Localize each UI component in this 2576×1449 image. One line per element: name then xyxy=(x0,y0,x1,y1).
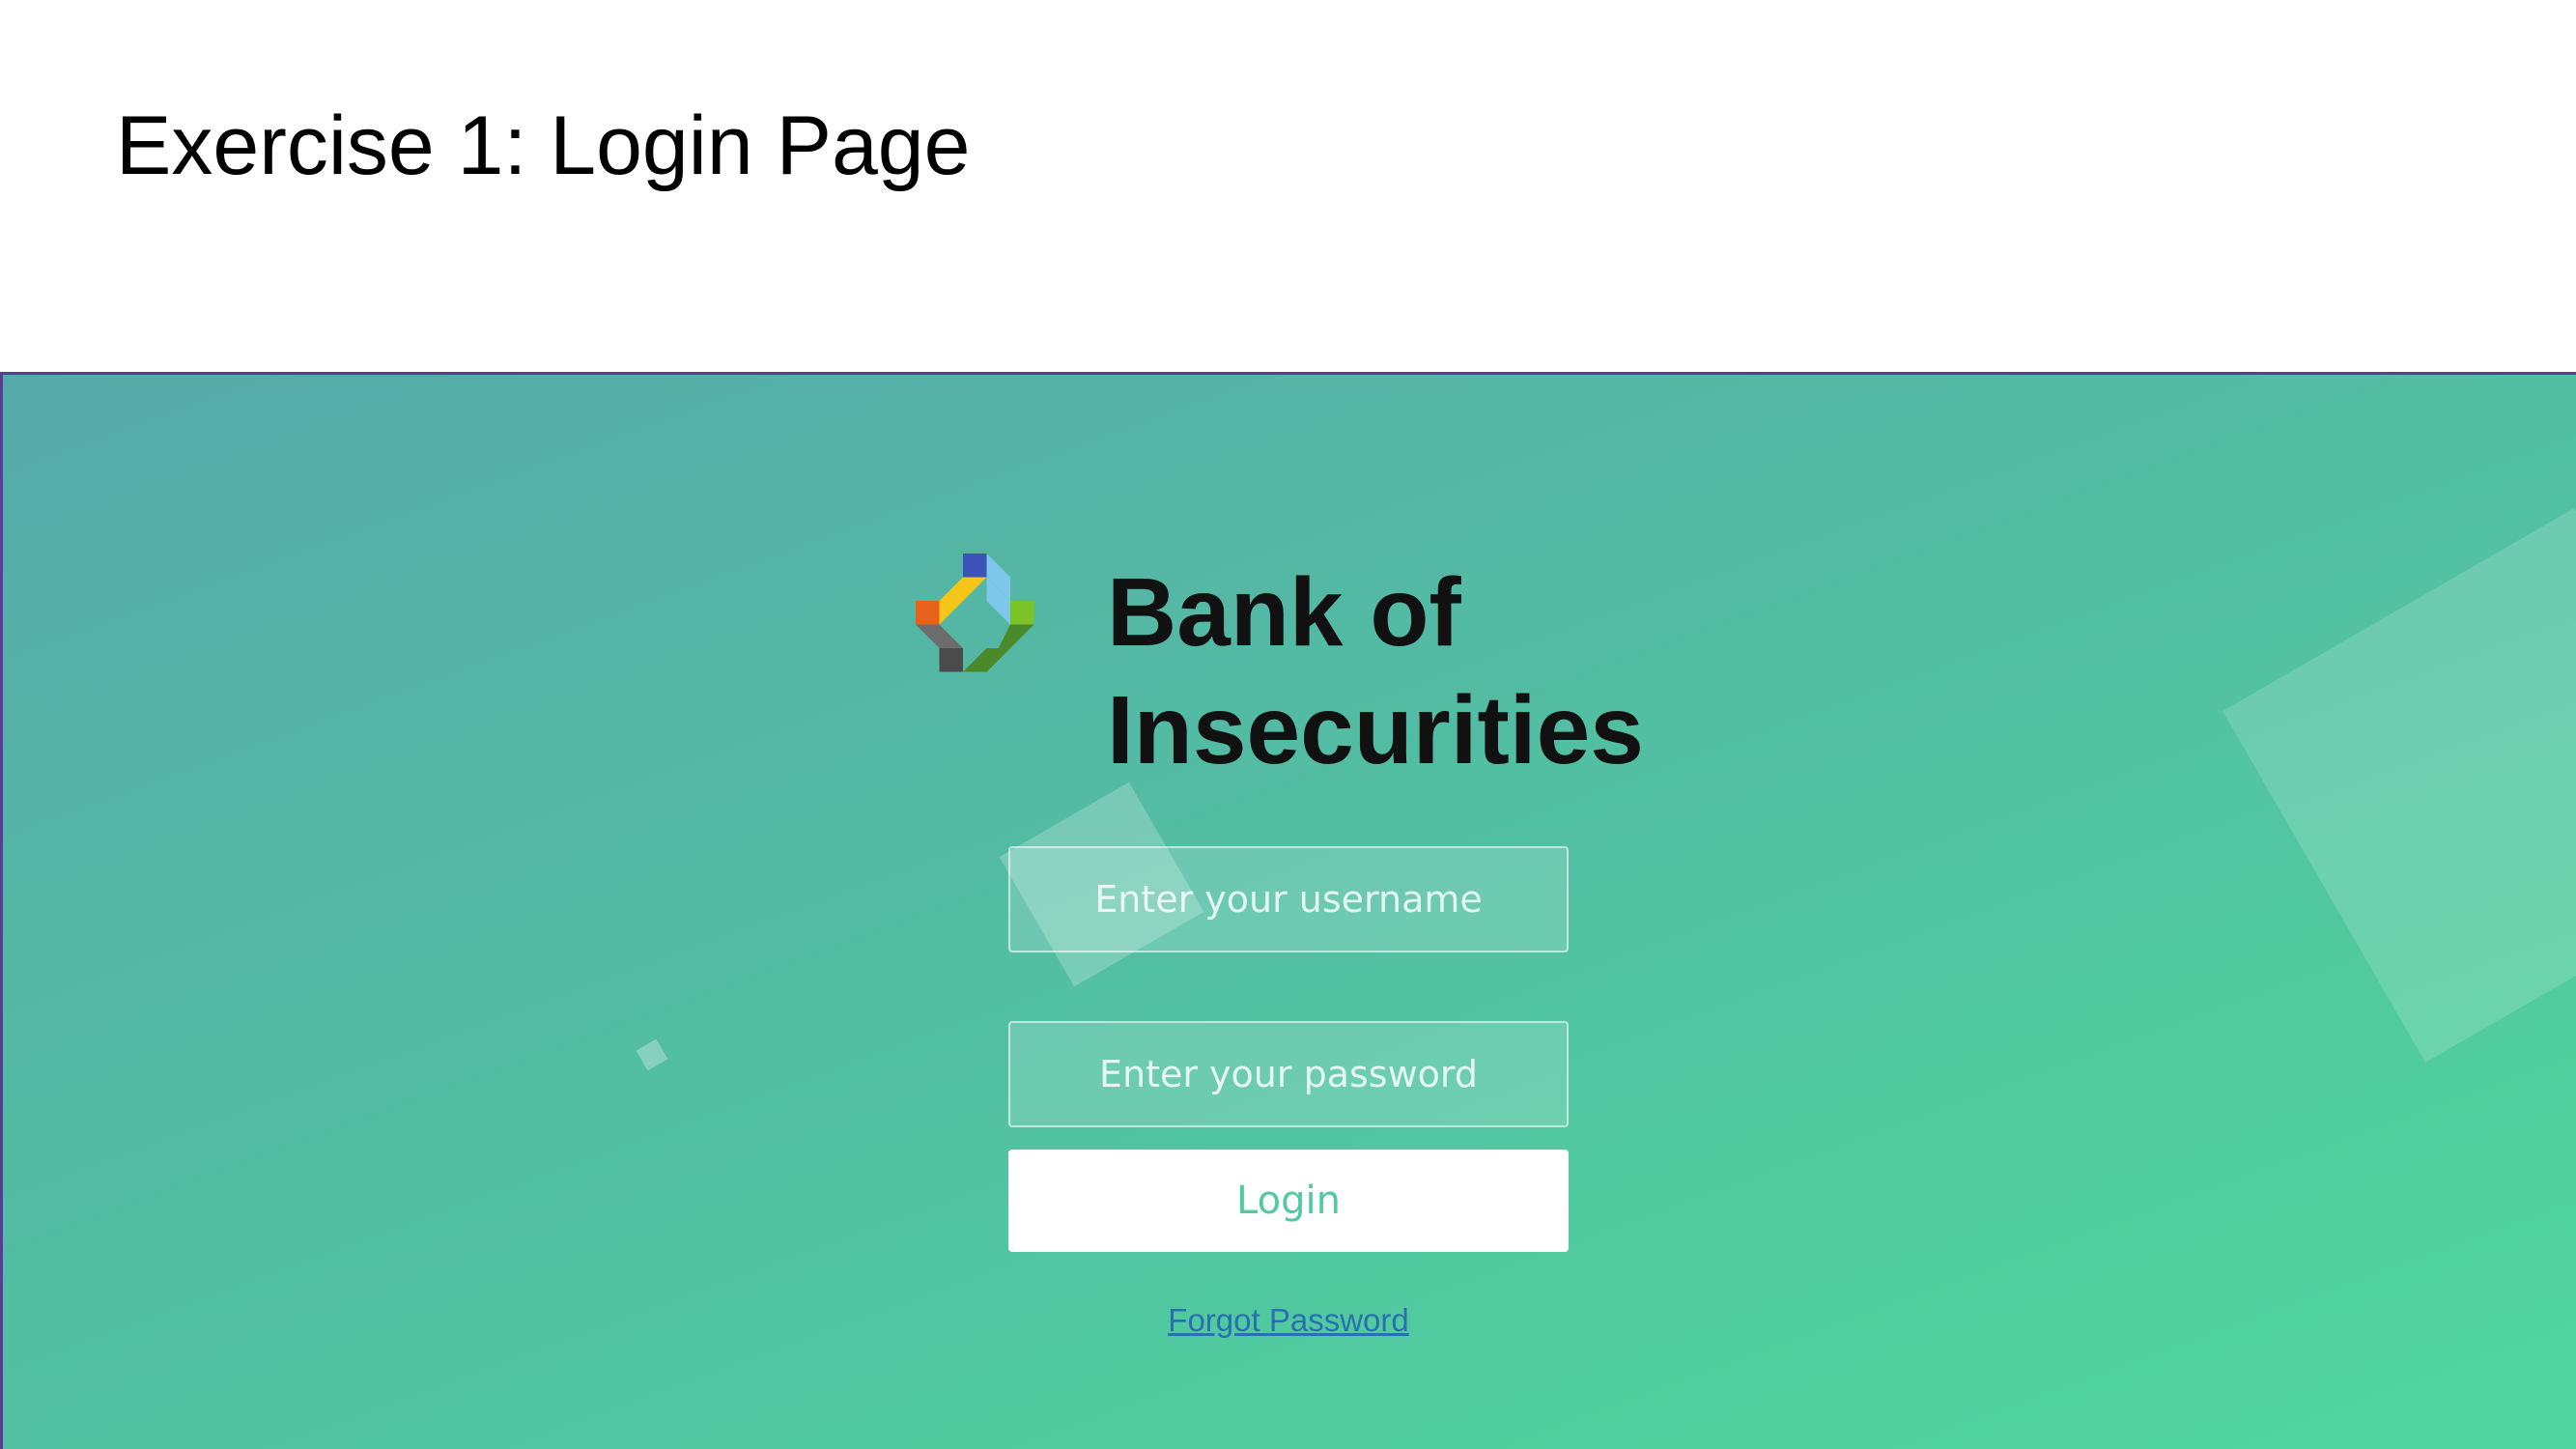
slide-title: Exercise 1: Login Page xyxy=(116,99,971,192)
login-button[interactable]: Login xyxy=(1008,1150,1569,1252)
bank-logo-icon xyxy=(916,554,1034,672)
bank-name: Bank of Insecurities xyxy=(1107,554,1644,789)
password-input[interactable] xyxy=(1008,1021,1569,1127)
bank-name-line-2: Insecurities xyxy=(1107,676,1644,784)
decorative-square-large xyxy=(2222,508,2576,1063)
forgot-password-link[interactable]: Forgot Password xyxy=(1008,1302,1569,1339)
bank-name-line-1: Bank of xyxy=(1107,558,1461,667)
username-input[interactable] xyxy=(1008,846,1569,952)
decorative-square-small xyxy=(636,1038,668,1071)
brand-header: Bank of Insecurities xyxy=(916,554,1669,784)
login-page-screenshot: Bank ofInsecurities Login Forgot Passwor… xyxy=(0,372,2576,1449)
